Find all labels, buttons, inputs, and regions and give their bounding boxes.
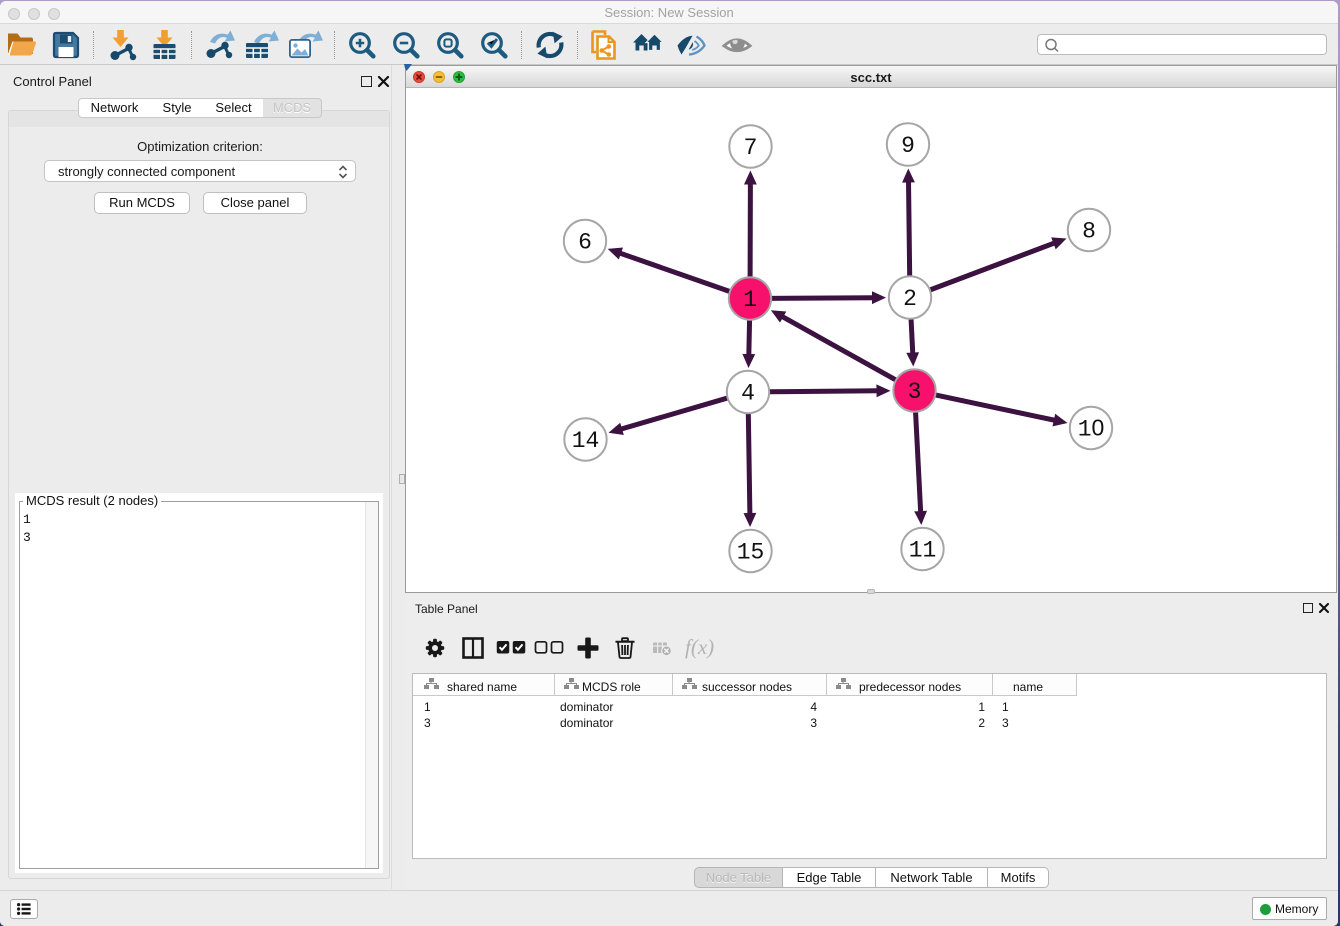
svg-text:2: 2	[903, 286, 917, 312]
svg-text:14: 14	[572, 428, 600, 454]
svg-text:1: 1	[743, 287, 757, 313]
svg-text:11: 11	[909, 537, 937, 563]
svg-text:15: 15	[737, 539, 765, 565]
svg-text:8: 8	[1082, 218, 1096, 244]
svg-text:9: 9	[901, 133, 915, 159]
svg-text:7: 7	[744, 135, 758, 161]
svg-text:3: 3	[908, 379, 922, 405]
svg-text:4: 4	[741, 380, 755, 406]
svg-text:6: 6	[578, 229, 592, 255]
svg-text:10: 10	[1078, 414, 1105, 442]
svg-text:f(x): f(x)	[685, 637, 714, 659]
